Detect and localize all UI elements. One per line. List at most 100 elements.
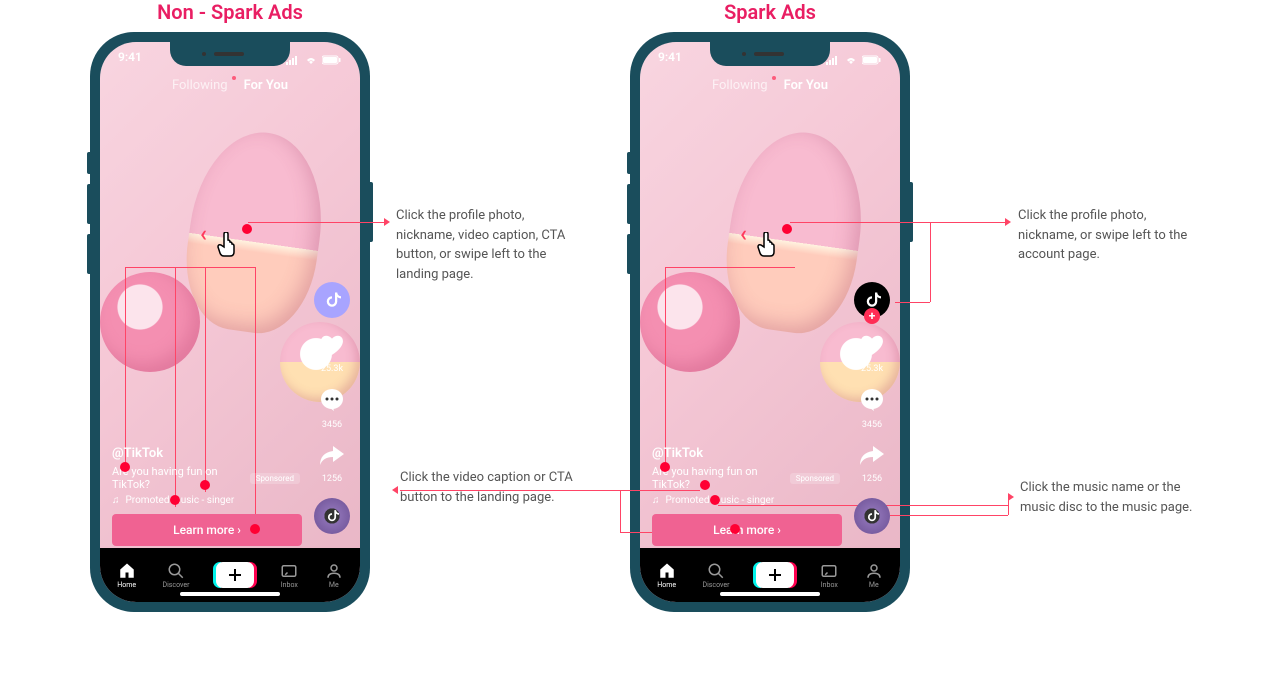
phone-frame-nonspark: 9:41 Following For You ‹ <box>90 32 370 612</box>
phone-frame-spark: 9:41 Following For You ‹ <box>630 32 910 612</box>
callout-line <box>790 222 1005 223</box>
nav-me[interactable]: Me <box>325 562 343 589</box>
battery-icon <box>862 55 882 65</box>
tab-following[interactable]: Following <box>712 78 768 93</box>
callout-dot <box>120 462 130 472</box>
callout-line <box>930 222 931 302</box>
annotation-nonspark: Click the profile photo, nickname, video… <box>396 206 576 284</box>
spark-section: Spark Ads 9:41 Following For You <box>630 0 910 612</box>
nickname[interactable]: @TikTok <box>652 446 840 461</box>
non-spark-section: Non - Spark Ads 9:41 Following For You <box>90 0 370 612</box>
comment-button[interactable]: 3456 <box>319 388 345 430</box>
arrow-icon <box>1005 218 1011 226</box>
upload-button[interactable] <box>756 562 794 588</box>
music-note-icon: ♫ <box>112 495 120 506</box>
cta-button[interactable]: Learn more › <box>112 514 302 546</box>
right-rail: + 25.3k 3456 <box>854 282 890 534</box>
callout-dot <box>250 524 260 534</box>
profile-avatar[interactable]: + <box>854 282 890 318</box>
swipe-indicator: ‹ <box>740 222 747 247</box>
phone-screen: 9:41 Following For You ‹ <box>100 42 360 602</box>
chevron-right-icon: › <box>237 523 241 537</box>
callout-dot <box>200 480 210 490</box>
follow-plus-icon[interactable]: + <box>864 308 880 324</box>
share-icon <box>859 444 885 472</box>
cta-button[interactable]: Learn more › <box>652 514 842 546</box>
battery-icon <box>322 55 342 65</box>
wifi-icon <box>304 55 318 65</box>
share-button[interactable]: 1256 <box>319 444 345 484</box>
status-icons <box>286 50 342 70</box>
tab-for-you[interactable]: For You <box>244 78 288 93</box>
plus-icon <box>768 568 782 582</box>
comment-icon <box>859 388 885 418</box>
feed-tabs: Following For You <box>640 78 900 93</box>
callout-dot <box>700 480 710 490</box>
arrow-icon <box>384 218 390 226</box>
annotation-spark-profile: Click the profile photo, nickname, or sw… <box>1018 206 1198 265</box>
music-note-icon: ♫ <box>652 495 660 506</box>
nav-home[interactable]: Home <box>117 562 136 589</box>
music-disc[interactable] <box>314 498 350 534</box>
person-icon <box>865 562 883 580</box>
nav-inbox[interactable]: Inbox <box>280 562 298 589</box>
callout-dot <box>730 524 740 534</box>
music-info[interactable]: ♫ Promoted music - singer <box>652 495 840 506</box>
notch <box>710 42 830 66</box>
callout-line <box>890 515 1008 516</box>
plus-icon <box>228 568 242 582</box>
share-count: 1256 <box>862 474 882 484</box>
home-indicator <box>180 592 280 596</box>
arrow-icon <box>392 486 398 494</box>
callout-line <box>665 267 795 268</box>
home-indicator <box>720 592 820 596</box>
search-icon <box>707 562 725 580</box>
nickname[interactable]: @TikTok <box>112 446 300 461</box>
music-disc[interactable] <box>854 498 890 534</box>
wifi-icon <box>844 55 858 65</box>
like-button[interactable]: 25.3k <box>319 332 345 374</box>
feed-tabs: Following For You <box>100 78 360 93</box>
phone-screen: 9:41 Following For You ‹ <box>640 42 900 602</box>
chevron-left-icon: ‹ <box>200 222 207 247</box>
callout-line <box>125 267 256 268</box>
profile-avatar[interactable] <box>314 282 350 318</box>
upload-button[interactable] <box>216 562 254 588</box>
nav-discover[interactable]: Discover <box>703 562 730 589</box>
inbox-icon <box>280 562 298 580</box>
share-icon <box>319 444 345 472</box>
video-caption[interactable]: Are you having fun on TikTok? <box>112 465 244 491</box>
nav-me[interactable]: Me <box>865 562 883 589</box>
comment-button[interactable]: 3456 <box>859 388 885 430</box>
comment-icon <box>319 388 345 418</box>
status-time: 9:41 <box>118 50 142 70</box>
comment-count: 3456 <box>322 420 342 430</box>
callout-line <box>125 267 126 472</box>
nav-discover[interactable]: Discover <box>163 562 190 589</box>
tab-for-you[interactable]: For You <box>784 78 828 93</box>
volume-buttons <box>627 152 630 284</box>
callout-line <box>620 490 621 532</box>
callout-line <box>895 302 930 303</box>
annotation-spark-music: Click the music name or the music disc t… <box>1020 478 1200 517</box>
chevron-left-icon: ‹ <box>740 222 747 247</box>
nav-home[interactable]: Home <box>657 562 676 589</box>
search-icon <box>167 562 185 580</box>
tab-following[interactable]: Following <box>172 78 228 93</box>
callout-line <box>248 222 384 223</box>
right-rail: 25.3k 3456 1256 <box>314 282 350 534</box>
like-button[interactable]: 25.3k <box>859 332 885 374</box>
callout-dot <box>170 495 180 505</box>
nav-inbox[interactable]: Inbox <box>820 562 838 589</box>
video-caption[interactable]: Are you having fun on TikTok? <box>652 465 784 491</box>
share-button[interactable]: 1256 <box>859 444 885 484</box>
heart-icon <box>319 332 345 362</box>
home-icon <box>658 562 676 580</box>
swipe-indicator: ‹ <box>200 222 207 247</box>
music-info[interactable]: ♫ Promoted music - singer <box>112 495 300 506</box>
annotation-spark-caption: Click the video caption or CTA button to… <box>400 468 600 507</box>
callout-dot <box>782 224 792 234</box>
hand-cursor-icon <box>756 232 780 262</box>
share-count: 1256 <box>322 474 342 484</box>
video-info: @TikTok Are you having fun on TikTok? Sp… <box>652 446 840 546</box>
